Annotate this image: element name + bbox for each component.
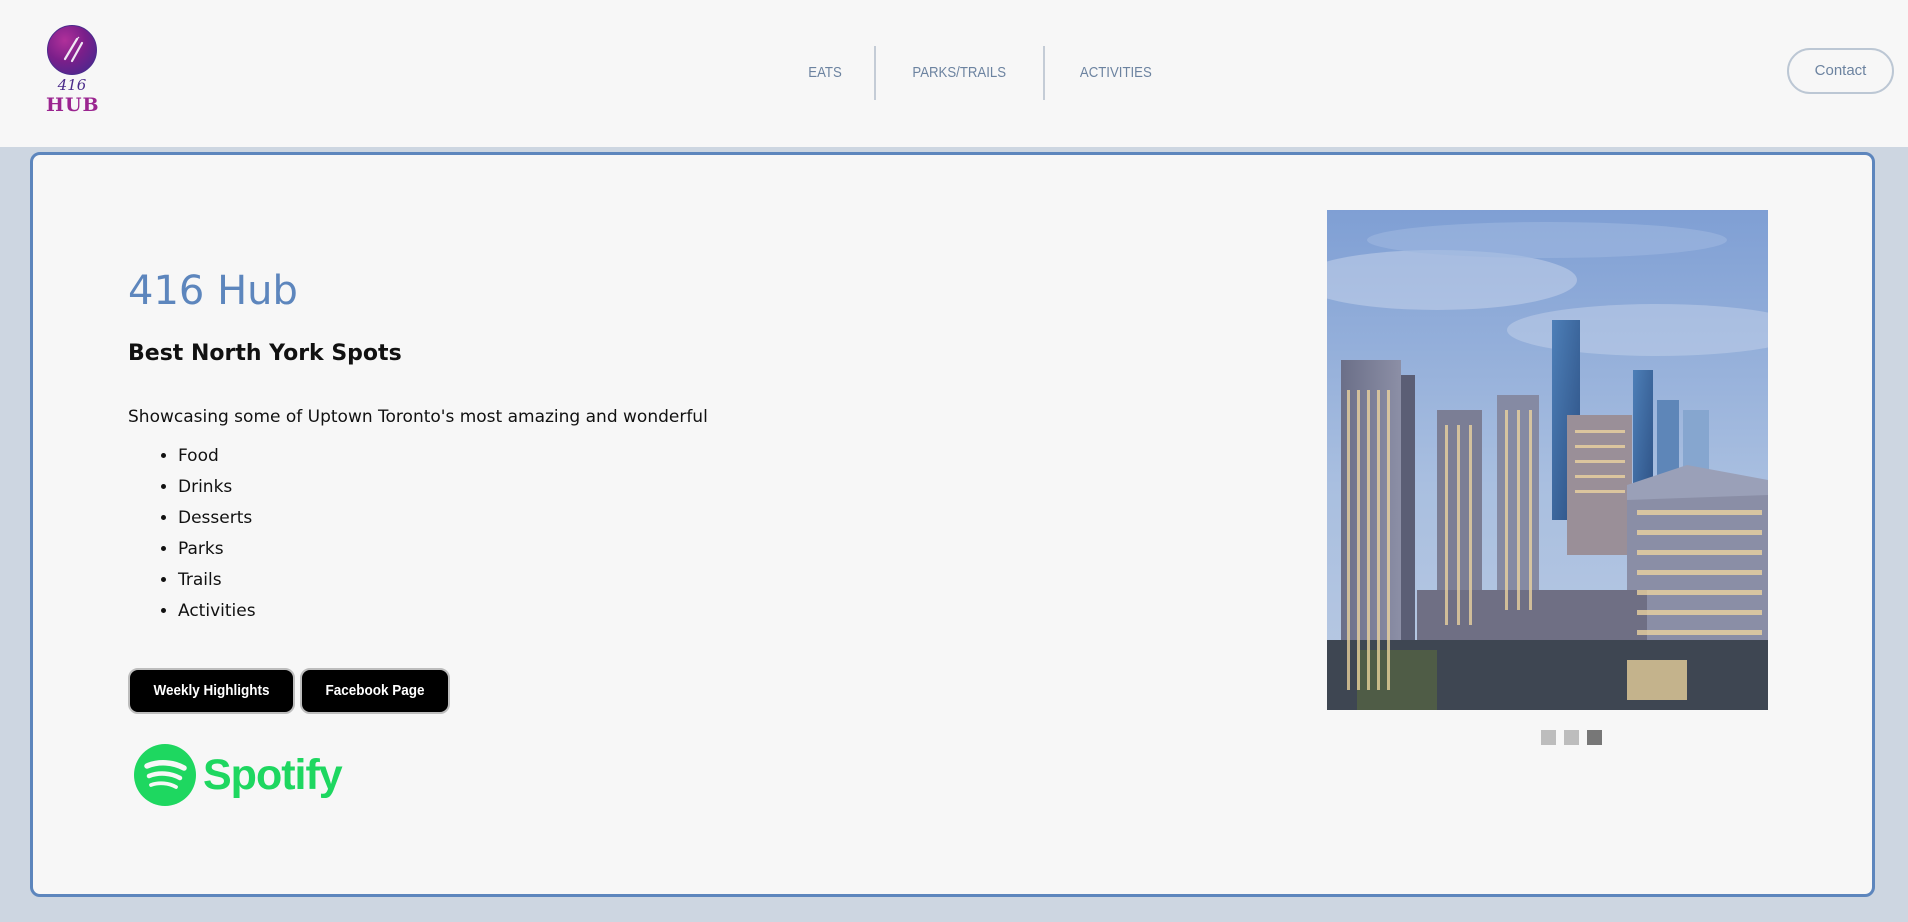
category-list: Food Drinks Desserts Parks Trails Activi…: [128, 441, 256, 627]
list-item: Activities: [178, 596, 256, 627]
carousel-dot-1[interactable]: [1541, 730, 1556, 745]
weekly-highlights-label: Weekly Highlights: [153, 682, 270, 699]
facebook-page-button[interactable]: Facebook Page: [300, 668, 450, 714]
nav-item-parks-trails[interactable]: PARKS/TRAILS: [886, 46, 1032, 100]
page-subtitle: Best North York Spots: [128, 341, 402, 366]
nav-item-activities[interactable]: ACTIVITIES: [1053, 46, 1178, 100]
list-item: Parks: [178, 534, 256, 565]
logo-utensils-icon: [47, 25, 97, 75]
spotify-wordmark: Spotify: [203, 751, 343, 799]
list-item: Food: [178, 441, 256, 472]
weekly-highlights-button[interactable]: Weekly Highlights: [128, 668, 295, 714]
logo-word: HUB: [46, 94, 100, 116]
logo-number: 416: [57, 76, 87, 94]
page-title: 416 Hub: [128, 268, 298, 314]
top-navbar: 416 HUB EATS PARKS/TRAILS ACTIVITIES Con…: [0, 0, 1908, 147]
contact-button[interactable]: Contact: [1787, 48, 1894, 94]
main-nav: EATS PARKS/TRAILS ACTIVITIES: [776, 46, 1186, 100]
description-text: Showcasing some of Uptown Toronto's most…: [128, 407, 708, 427]
nav-item-eats[interactable]: EATS: [782, 46, 868, 100]
nav-divider: [874, 46, 877, 100]
carousel-dot-3[interactable]: [1587, 730, 1602, 745]
list-item: Trails: [178, 565, 256, 596]
list-item: Drinks: [178, 472, 256, 503]
nav-divider: [1042, 46, 1045, 100]
carousel-indicators: [1541, 730, 1602, 745]
carousel-dot-2[interactable]: [1564, 730, 1579, 745]
facebook-page-label: Facebook Page: [325, 682, 425, 699]
list-item: Desserts: [178, 503, 256, 534]
site-logo[interactable]: 416 HUB: [46, 24, 100, 119]
city-skyline-image: [1327, 210, 1768, 710]
spotify-icon: [134, 744, 196, 806]
spotify-link[interactable]: Spotify: [133, 743, 343, 807]
